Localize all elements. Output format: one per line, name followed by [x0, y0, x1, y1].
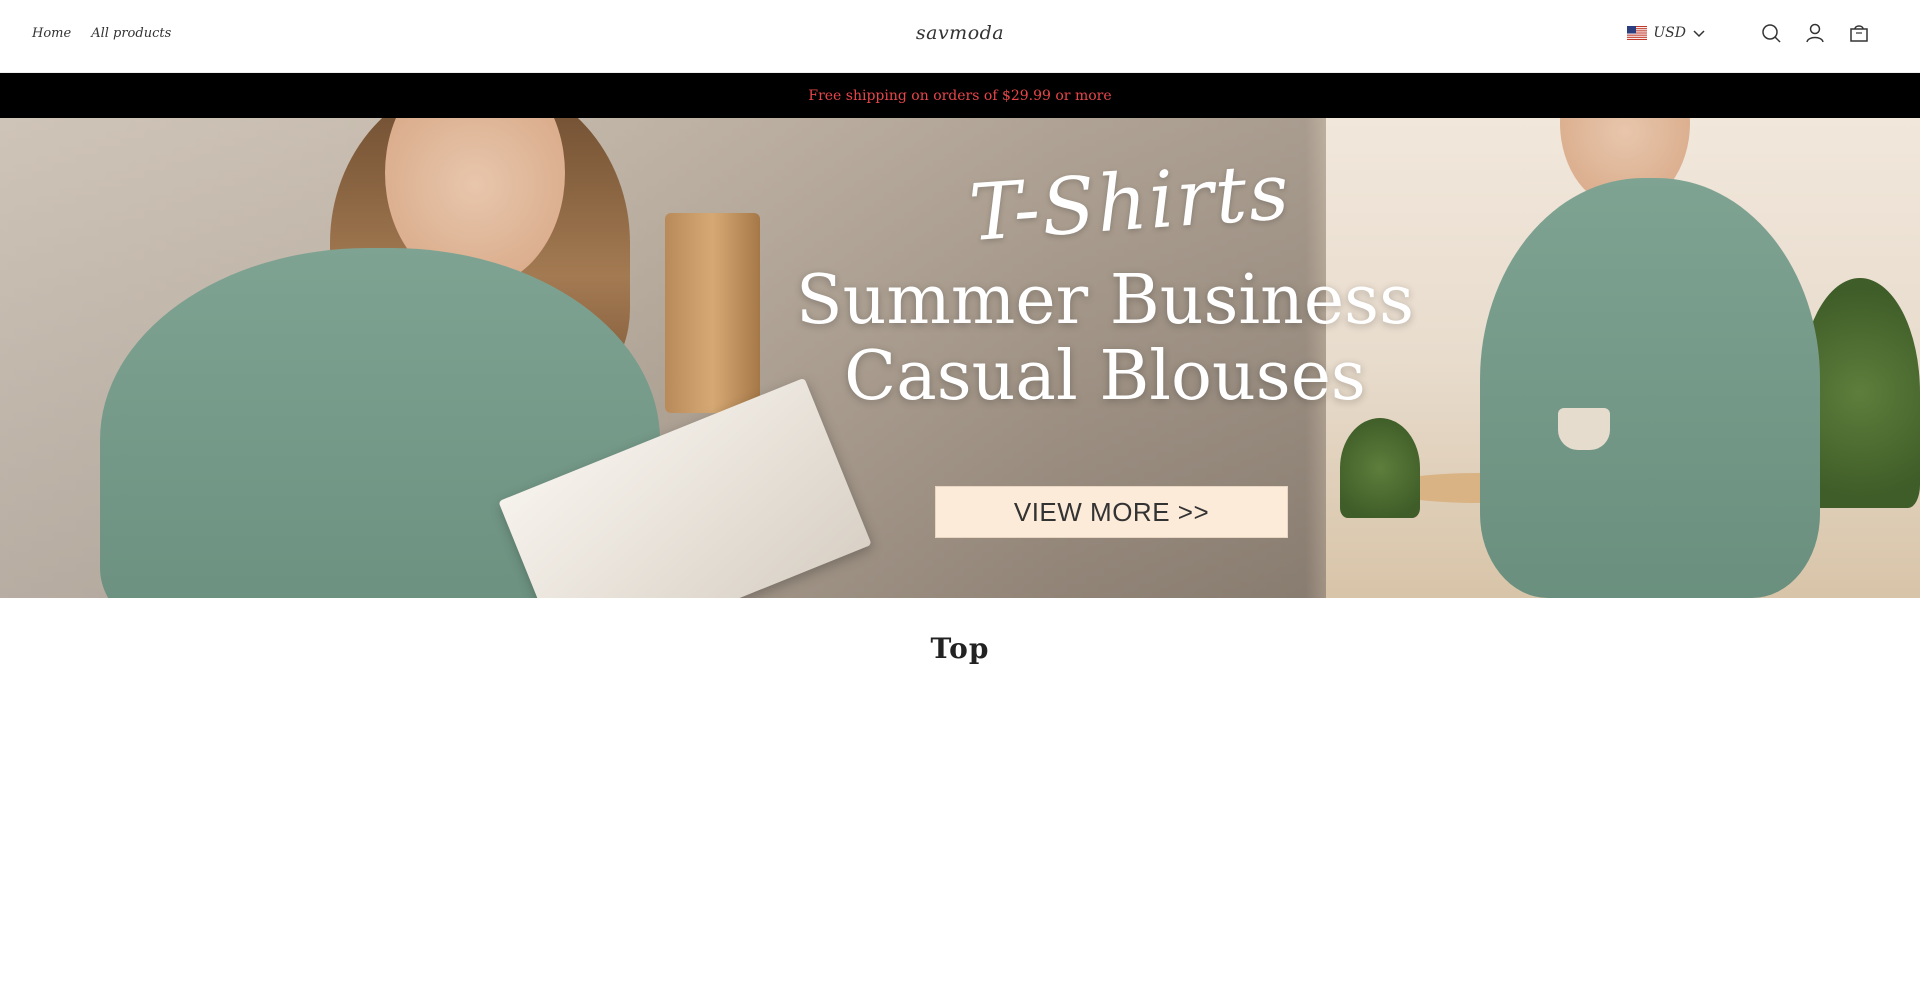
site-header: Home All products savmoda USD: [0, 0, 1920, 73]
chevron-down-icon: [1693, 30, 1705, 38]
search-icon[interactable]: [1760, 22, 1782, 44]
announcement-text: Free shipping on orders of $29.99 or mor…: [808, 87, 1112, 104]
section-title: Top: [930, 632, 990, 665]
hero-title: Summer Business Casual Blouses: [760, 263, 1450, 415]
hero-title-line1: Summer Business: [796, 261, 1414, 340]
us-flag-icon: [1627, 26, 1648, 40]
currency-selector[interactable]: USD: [1627, 25, 1706, 41]
wooden-stool-image: [665, 213, 760, 413]
account-icon[interactable]: [1804, 22, 1826, 44]
coffee-cup-image: [1558, 408, 1610, 450]
announcement-bar: Free shipping on orders of $29.99 or mor…: [0, 73, 1920, 118]
view-more-button[interactable]: VIEW MORE >>: [935, 486, 1288, 538]
hero-banner[interactable]: T-Shirts Summer Business Casual Blouses …: [0, 118, 1920, 598]
small-plant-image: [1340, 418, 1420, 518]
hero-title-line2: Casual Blouses: [844, 337, 1366, 416]
currency-label: USD: [1653, 25, 1686, 41]
brand-logo[interactable]: savmoda: [916, 22, 1004, 44]
cart-icon[interactable]: [1848, 22, 1870, 44]
header-tools: USD: [1627, 22, 1870, 44]
model-right-blouse-image: [1480, 178, 1820, 598]
